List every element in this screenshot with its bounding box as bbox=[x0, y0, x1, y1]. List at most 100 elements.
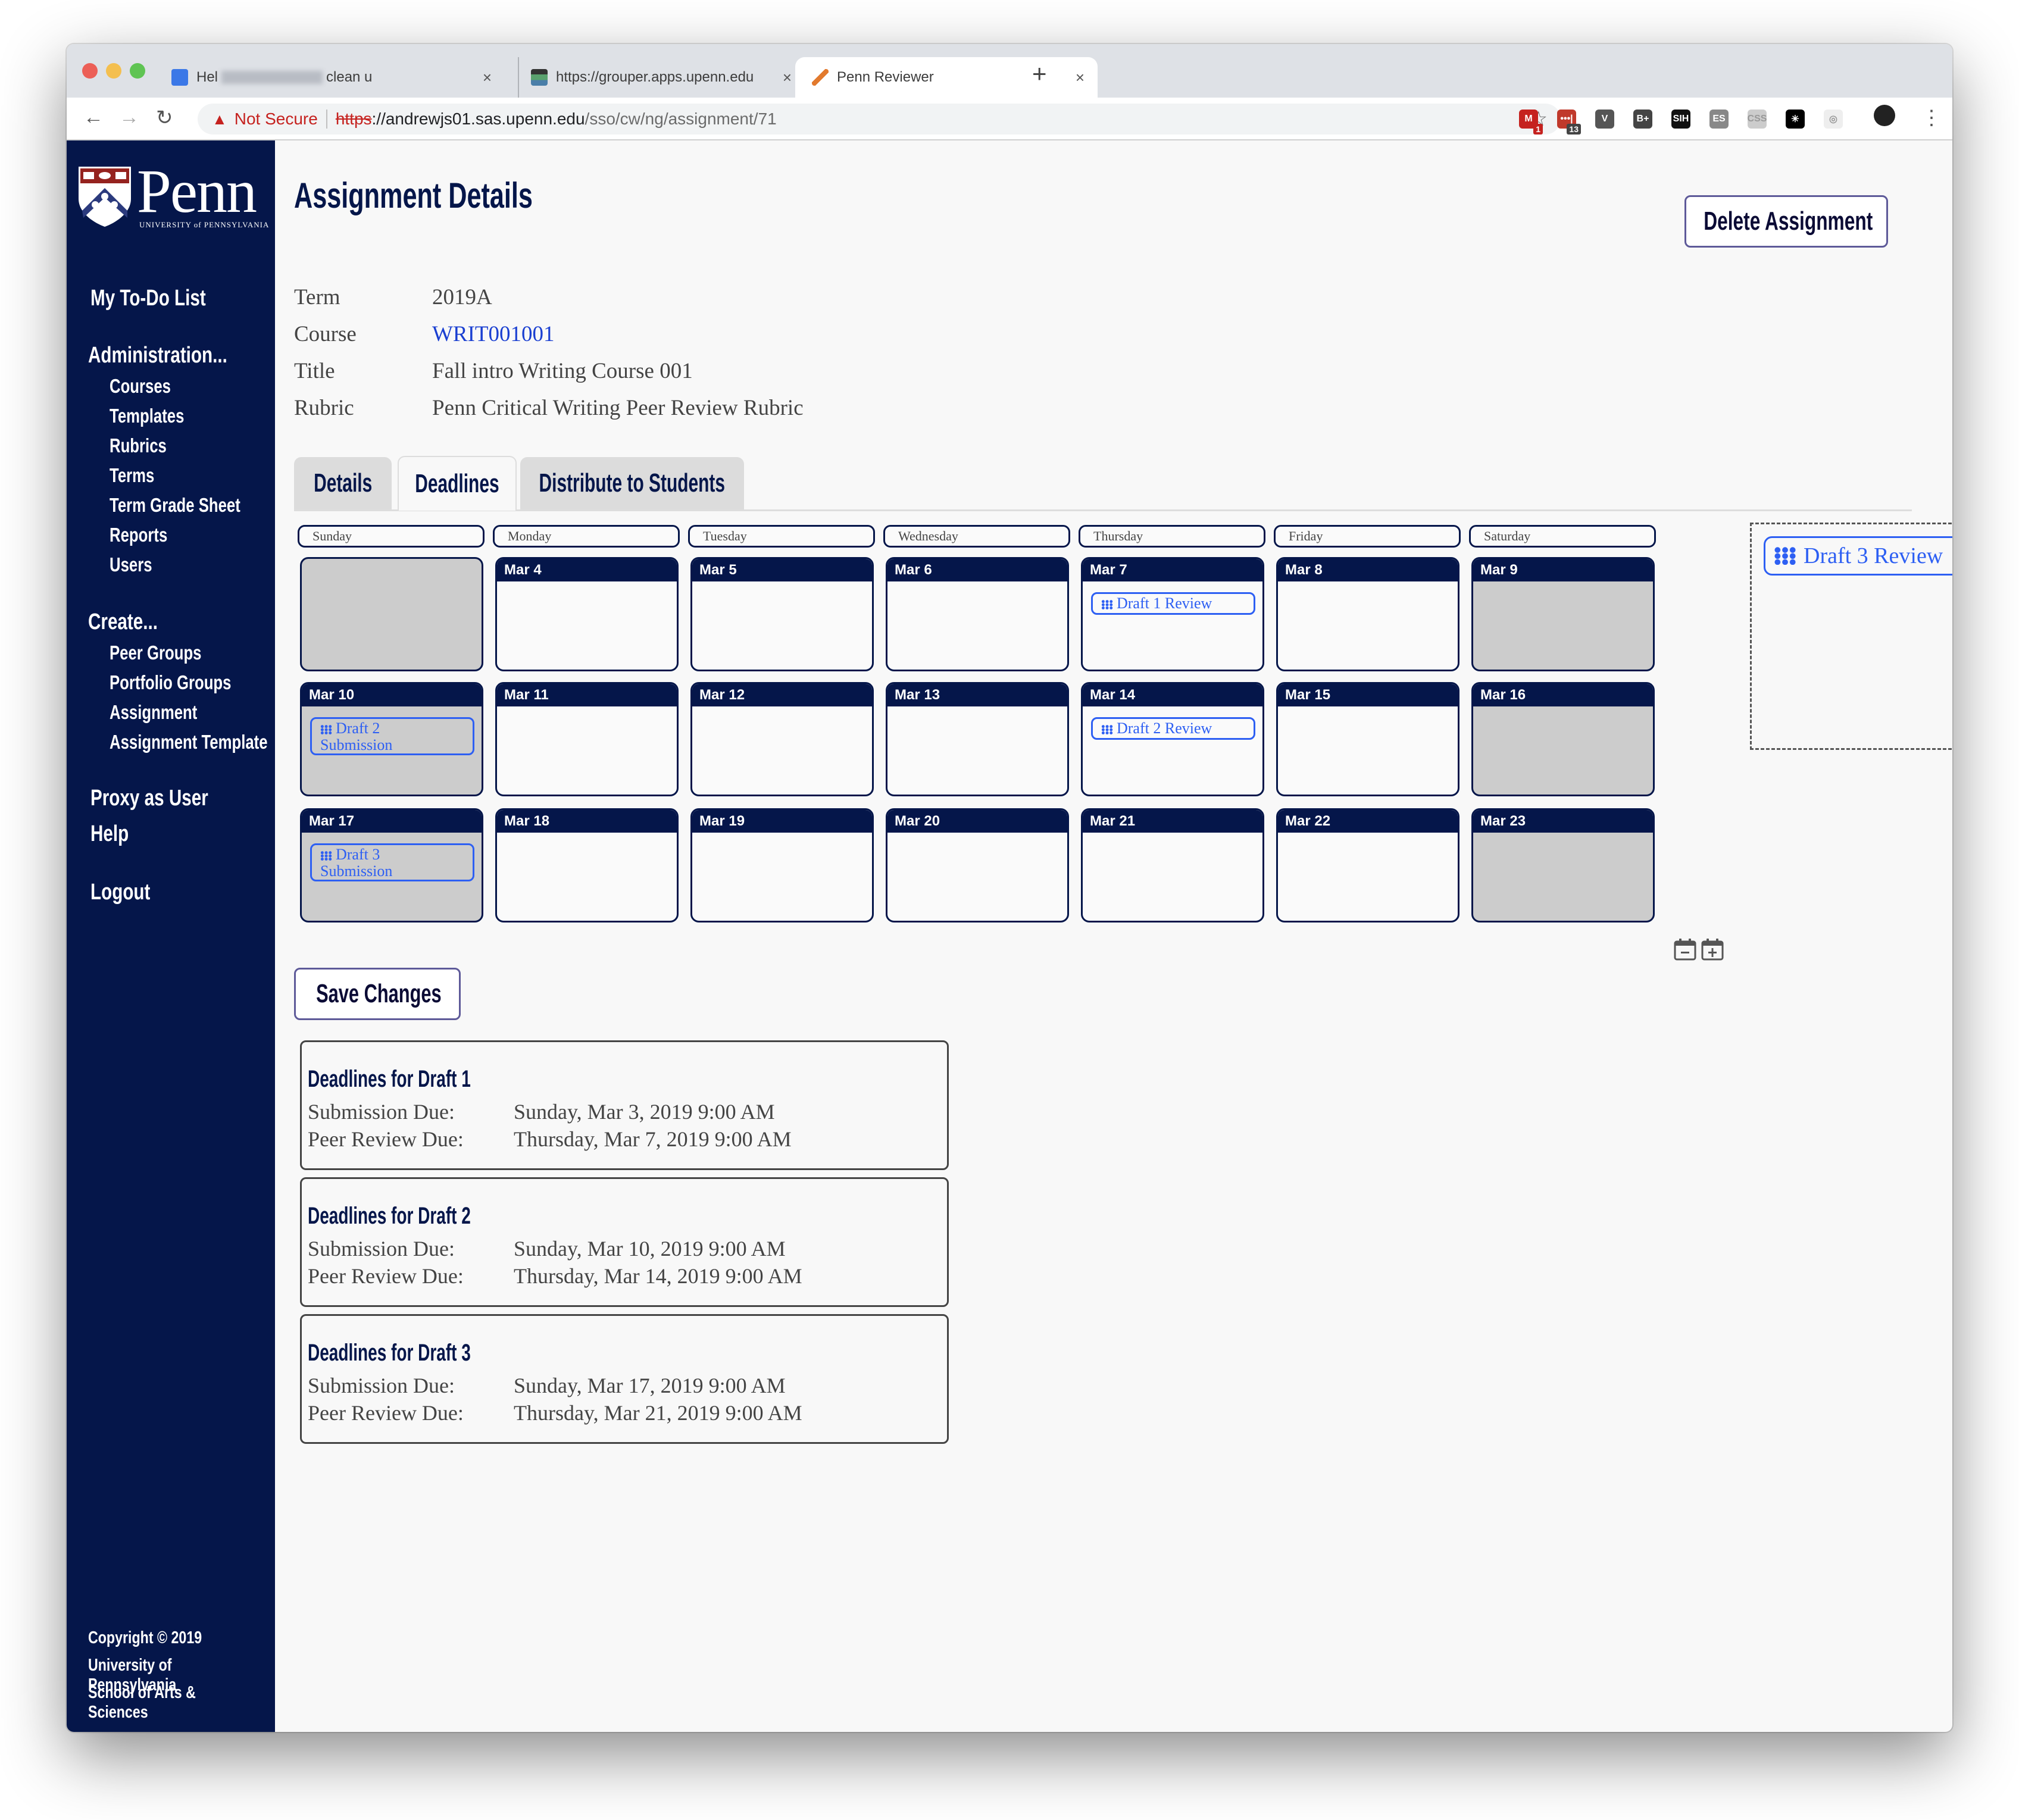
nav-reports[interactable]: Reports bbox=[110, 524, 272, 546]
url-path: /sso/cw/ng/assignment/71 bbox=[585, 110, 777, 128]
calendar-day-cell[interactable]: Mar 7 Draft 1 Review bbox=[1081, 557, 1264, 671]
calendar-day-cell[interactable]: Mar 17 Draft 3 Submission bbox=[300, 808, 483, 922]
close-tab-icon[interactable]: × bbox=[783, 68, 792, 87]
nav-assignment-template[interactable]: Assignment Template bbox=[110, 731, 272, 753]
calendar-day-cell[interactable]: Mar 21 bbox=[1081, 808, 1264, 922]
footer-copyright: Copyright © 2019 bbox=[88, 1628, 202, 1647]
calendar-day-cell[interactable]: Mar 14 Draft 2 Review bbox=[1081, 682, 1264, 796]
extension-badge: 1 bbox=[1533, 124, 1543, 135]
tab-details[interactable]: Details bbox=[294, 457, 392, 509]
extension-spark-icon[interactable]: ✳ bbox=[1786, 110, 1805, 129]
browser-menu-icon[interactable]: ⋮ bbox=[1921, 106, 1942, 130]
close-window-button[interactable] bbox=[82, 63, 98, 79]
page-title: Assignment Details bbox=[294, 176, 533, 215]
extension-css-icon[interactable]: CSS bbox=[1748, 110, 1767, 129]
extension-lastpass-icon[interactable]: •••| 13 bbox=[1557, 110, 1581, 135]
day-date-label: Mar 10 bbox=[302, 684, 482, 706]
nav-my-todo-list[interactable]: My To-Do List bbox=[90, 286, 253, 311]
nav-rubrics[interactable]: Rubrics bbox=[110, 434, 272, 457]
tab-distribute-to-students[interactable]: Distribute to Students bbox=[520, 457, 744, 509]
submission-due-value: Sunday, Mar 17, 2019 9:00 AM bbox=[514, 1374, 786, 1397]
submission-due-row: Submission Due: Sunday, Mar 10, 2019 9:00… bbox=[308, 1236, 786, 1261]
calendar-day-cell[interactable]: Mar 20 bbox=[886, 808, 1069, 922]
deadline-card-title: Deadlines for Draft 3 bbox=[308, 1340, 471, 1366]
review-due-value: Thursday, Mar 21, 2019 9:00 AM bbox=[514, 1401, 802, 1425]
calendar-day-cell[interactable]: Mar 12 bbox=[690, 682, 874, 796]
day-date-label: Mar 11 bbox=[497, 684, 677, 706]
maximize-window-button[interactable] bbox=[130, 63, 145, 79]
security-status[interactable]: Not Secure bbox=[235, 110, 318, 129]
calendar-day-cell[interactable]: Mar 5 bbox=[690, 557, 874, 671]
event-chip-draft-2-review[interactable]: Draft 2 Review bbox=[1091, 717, 1255, 740]
calendar-day-cell[interactable]: Mar 18 bbox=[495, 808, 679, 922]
nav-users[interactable]: Users bbox=[110, 553, 272, 576]
grid-drag-icon bbox=[1101, 600, 1113, 610]
nav-templates[interactable]: Templates bbox=[110, 405, 272, 427]
grid-drag-icon bbox=[1774, 547, 1796, 565]
extension-bplus-icon[interactable]: B+ bbox=[1633, 110, 1652, 129]
calendar-day-cell[interactable]: Mar 15 bbox=[1276, 682, 1459, 796]
calendar-day-cell[interactable]: Mar 9 bbox=[1471, 557, 1655, 671]
nav-peer-groups[interactable]: Peer Groups bbox=[110, 642, 272, 664]
calendar-day-cell[interactable]: Mar 4 bbox=[495, 557, 679, 671]
minimize-window-button[interactable] bbox=[106, 63, 121, 79]
nav-portfolio-groups[interactable]: Portfolio Groups bbox=[110, 671, 272, 694]
nav-term-grade-sheet[interactable]: Term Grade Sheet bbox=[110, 494, 272, 517]
delete-assignment-button[interactable]: Delete Assignment bbox=[1684, 195, 1888, 248]
new-tab-button[interactable]: + bbox=[1032, 60, 1047, 88]
browser-tab-help[interactable]: Hel clean u × bbox=[171, 57, 505, 98]
extension-es-icon[interactable]: ES bbox=[1709, 110, 1729, 129]
nav-proxy-as-user[interactable]: Proxy as User bbox=[90, 786, 253, 811]
extension-gmail-icon[interactable]: M1 bbox=[1519, 110, 1543, 135]
browser-tab-penn-reviewer[interactable]: Penn Reviewer × bbox=[795, 57, 1098, 98]
close-tab-icon[interactable]: × bbox=[483, 68, 492, 87]
nav-terms[interactable]: Terms bbox=[110, 464, 272, 487]
deadline-card: Deadlines for Draft 3 Submission Due: Sund… bbox=[300, 1314, 949, 1444]
calendar-day-cell[interactable]: Mar 8 bbox=[1276, 557, 1459, 671]
nav-courses[interactable]: Courses bbox=[110, 375, 272, 398]
nav-assignment[interactable]: Assignment bbox=[110, 701, 272, 724]
browser-window: Hel clean u × https://grouper.apps.upenn… bbox=[67, 44, 1952, 1732]
add-week-calendar-plus-icon[interactable] bbox=[1701, 938, 1724, 961]
calendar-day-cell[interactable]: Mar 6 bbox=[886, 557, 1069, 671]
day-date-label: Mar 6 bbox=[887, 559, 1067, 581]
calendar-day-cell[interactable]: Mar 19 bbox=[690, 808, 874, 922]
calendar-day-cell[interactable] bbox=[300, 557, 483, 671]
event-chip-draft-2-submission[interactable]: Draft 2 Submission bbox=[310, 717, 474, 755]
unassigned-events-dropzone[interactable]: Draft 3 Review bbox=[1750, 523, 1952, 750]
review-due-row: Peer Review Due: Thursday, Mar 7, 2019 9:… bbox=[308, 1127, 792, 1152]
penn-logo[interactable]: Penn UNIVERSITY of PENNSYLVANIA bbox=[77, 161, 268, 232]
back-button[interactable]: ← bbox=[83, 106, 104, 129]
tab-deadlines[interactable]: Deadlines bbox=[398, 456, 517, 511]
calendar-day-cell[interactable]: Mar 13 bbox=[886, 682, 1069, 796]
calendar-day-cell[interactable]: Mar 11 bbox=[495, 682, 679, 796]
extension-sih-icon[interactable]: SIH bbox=[1671, 110, 1690, 129]
extension-pocket-icon[interactable]: V bbox=[1595, 110, 1614, 129]
deadline-card-title: Deadlines for Draft 1 bbox=[308, 1066, 471, 1092]
warning-icon: ▲ bbox=[212, 110, 227, 128]
browser-tab-grouper[interactable]: https://grouper.apps.upenn.edu × bbox=[518, 57, 805, 98]
submission-due-label: Submission Due: bbox=[308, 1100, 455, 1124]
nav-logout[interactable]: Logout bbox=[90, 880, 253, 905]
event-chip-draft-3-review[interactable]: Draft 3 Review bbox=[1764, 536, 1952, 576]
save-changes-button[interactable]: Save Changes bbox=[294, 968, 461, 1020]
profile-avatar[interactable] bbox=[1874, 105, 1895, 126]
meta-label: Course bbox=[294, 322, 357, 346]
forward-button[interactable]: → bbox=[119, 106, 139, 129]
deadline-card: Deadlines for Draft 1 Submission Due: Sund… bbox=[300, 1040, 949, 1170]
event-chip-draft-3-submission[interactable]: Draft 3 Submission bbox=[310, 843, 474, 881]
nav-create-header: Create... bbox=[88, 609, 158, 634]
calendar-day-cell[interactable]: Mar 22 bbox=[1276, 808, 1459, 922]
calendar-day-cell[interactable]: Mar 10 Draft 2 Submission bbox=[300, 682, 483, 796]
address-bar[interactable]: ▲ Not Secure https ://andrewjs01.sas.upe… bbox=[198, 104, 1561, 135]
review-due-value: Thursday, Mar 7, 2019 9:00 AM bbox=[514, 1127, 792, 1151]
reload-button[interactable]: ↻ bbox=[156, 106, 173, 130]
extension-circle-icon[interactable]: ◎ bbox=[1824, 110, 1843, 129]
close-tab-icon[interactable]: × bbox=[1076, 68, 1084, 87]
remove-week-calendar-minus-icon[interactable] bbox=[1674, 938, 1696, 961]
course-link[interactable]: WRIT001001 bbox=[432, 321, 555, 347]
calendar-day-cell[interactable]: Mar 16 bbox=[1471, 682, 1655, 796]
calendar-day-cell[interactable]: Mar 23 bbox=[1471, 808, 1655, 922]
event-chip-draft-1-review[interactable]: Draft 1 Review bbox=[1091, 592, 1255, 615]
nav-help[interactable]: Help bbox=[90, 821, 253, 847]
